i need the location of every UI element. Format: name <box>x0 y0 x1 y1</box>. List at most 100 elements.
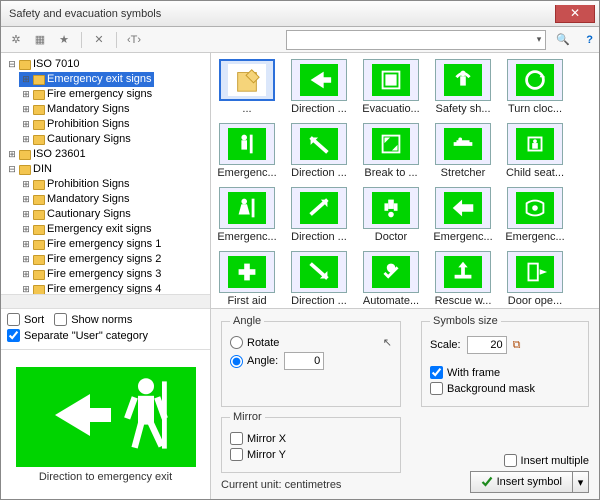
symbol-item[interactable]: ... <box>217 59 277 115</box>
search-dropdown[interactable]: ▾ <box>286 30 546 50</box>
tree-node[interactable]: ⊞Mandatory Signs <box>19 102 132 117</box>
angle-legend: Angle <box>230 315 264 327</box>
symbol-label: Break to ... <box>361 167 421 179</box>
window-title: Safety and evacuation symbols <box>9 8 555 20</box>
symbol-label: Stretcher <box>433 167 493 179</box>
symbol-item[interactable]: Evacuatio... <box>361 59 421 115</box>
symbol-label: Automate... <box>361 295 421 307</box>
symbol-label: Evacuatio... <box>361 103 421 115</box>
insert-symbol-dropdown[interactable]: ▾ <box>573 471 589 493</box>
tree-scrollbar[interactable] <box>1 294 210 308</box>
gear-icon[interactable]: ✲ <box>7 31 25 49</box>
symbol-item[interactable]: Direction ... <box>289 123 349 179</box>
symbol-item[interactable]: Direction ... <box>289 187 349 243</box>
preview-graphic <box>16 367 196 467</box>
size-legend: Symbols size <box>430 315 501 327</box>
search-button[interactable]: 🔍 <box>552 30 574 50</box>
symbol-label: Turn cloc... <box>505 103 565 115</box>
sort-checkbox[interactable]: Sort <box>7 313 44 326</box>
symbol-preview: Direction to emergency exit <box>1 349 210 499</box>
symbol-item[interactable]: Direction ... <box>289 59 349 115</box>
right-panel: ... Direction ... Evacuatio... Safety sh...… <box>211 53 599 499</box>
symbol-item[interactable]: Break to ... <box>361 123 421 179</box>
symbol-label: First aid <box>217 295 277 307</box>
check-icon <box>481 476 493 488</box>
controls-panel: Angle Rotate ↖ Angle: Symbols size Scale:… <box>211 308 599 499</box>
symbol-item[interactable]: Doctor <box>361 187 421 243</box>
category-tree[interactable]: ⊟ISO 7010 ⊞Emergency exit signs ⊞Fire em… <box>1 53 210 294</box>
symbol-item[interactable]: Emergenc... <box>217 123 277 179</box>
symbol-label: Child seat... <box>505 167 565 179</box>
symbol-item[interactable]: Safety sh... <box>433 59 493 115</box>
cursor-icon: ↖ <box>383 336 392 349</box>
tree-node-iso23601[interactable]: ⊞ISO 23601 <box>5 147 88 162</box>
tree-node[interactable]: ⊞Emergency exit signs <box>19 222 154 237</box>
tree-node[interactable]: ⊞Fire emergency signs <box>19 87 154 102</box>
toolbar: ✲ ▦ ★ ✕ ‹T› ▾ 🔍 ? <box>1 27 599 53</box>
symbol-item[interactable]: Emergenc... <box>505 187 565 243</box>
tree-node[interactable]: ⊞Fire emergency signs 1 <box>19 237 163 252</box>
show-norms-checkbox[interactable]: Show norms <box>54 313 132 326</box>
text-width-icon[interactable]: ‹T› <box>125 31 143 49</box>
rotate-radio[interactable]: Rotate <box>230 336 279 349</box>
left-panel: ⊟ISO 7010 ⊞Emergency exit signs ⊞Fire em… <box>1 53 211 499</box>
tree-node[interactable]: ⊞Cautionary Signs <box>19 132 133 147</box>
symbol-item[interactable]: Child seat... <box>505 123 565 179</box>
symbol-item[interactable]: First aid <box>217 251 277 307</box>
mirror-group: Mirror Mirror X Mirror Y <box>221 411 401 473</box>
background-mask-checkbox[interactable]: Background mask <box>430 382 535 395</box>
separate-user-checkbox[interactable]: Separate "User" category <box>7 329 148 342</box>
symbol-item[interactable]: Rescue w... <box>433 251 493 307</box>
symbol-label: Direction ... <box>289 167 349 179</box>
symbol-label: Rescue w... <box>433 295 493 307</box>
symbol-item[interactable]: Emergenc... <box>433 187 493 243</box>
tree-node-emergency-exit[interactable]: ⊞Emergency exit signs <box>19 72 154 87</box>
tree-node[interactable]: ⊞Fire emergency signs 4 <box>19 282 163 294</box>
symbol-label: Safety sh... <box>433 103 493 115</box>
mirror-y-checkbox[interactable]: Mirror Y <box>230 448 286 461</box>
separator <box>116 32 117 48</box>
symbol-grid: ... Direction ... Evacuatio... Safety sh...… <box>211 53 599 308</box>
favorite-icon[interactable]: ★ <box>55 31 73 49</box>
help-icon[interactable]: ? <box>586 34 593 46</box>
symbol-label: Direction ... <box>289 231 349 243</box>
symbol-label: Emergenc... <box>505 231 565 243</box>
tree-node[interactable]: ⊞Mandatory Signs <box>19 192 132 207</box>
angle-input[interactable] <box>284 352 324 370</box>
close-button[interactable]: ✕ <box>555 5 595 23</box>
insert-multiple-checkbox[interactable]: Insert multiple <box>504 454 589 467</box>
symbol-item[interactable]: Direction ... <box>289 251 349 307</box>
symbol-label: Emergenc... <box>217 167 277 179</box>
tree-node[interactable]: ⊞Prohibition Signs <box>19 117 132 132</box>
tree-node[interactable]: ⊞Fire emergency signs 3 <box>19 267 163 282</box>
tree-node-iso7010[interactable]: ISO 7010 <box>33 57 79 72</box>
angle-radio[interactable]: Angle: <box>230 355 278 368</box>
symbol-label: Emergenc... <box>217 231 277 243</box>
folder-icon[interactable]: ▦ <box>31 31 49 49</box>
insert-symbol-button[interactable]: Insert symbol <box>470 471 573 493</box>
tree-node[interactable]: ⊞Prohibition Signs <box>19 177 132 192</box>
symbol-item[interactable]: Automate... <box>361 251 421 307</box>
mirror-legend: Mirror <box>230 411 265 423</box>
titlebar: Safety and evacuation symbols ✕ <box>1 1 599 27</box>
with-frame-checkbox[interactable]: With frame <box>430 366 500 379</box>
preview-caption: Direction to emergency exit <box>39 471 172 483</box>
chevron-down-icon: ▾ <box>537 34 542 45</box>
tree-node[interactable]: ⊞Fire emergency signs 2 <box>19 252 163 267</box>
symbol-label: ... <box>217 103 277 115</box>
symbol-label: Emergenc... <box>433 231 493 243</box>
symbol-label: Direction ... <box>289 295 349 307</box>
dialog-window: Safety and evacuation symbols ✕ ✲ ▦ ★ ✕ … <box>0 0 600 500</box>
symbol-item[interactable]: Door ope... <box>505 251 565 307</box>
symbol-item[interactable]: Turn cloc... <box>505 59 565 115</box>
symbol-label: Door ope... <box>505 295 565 307</box>
tree-node-din[interactable]: ⊟DIN <box>5 162 54 177</box>
delete-icon[interactable]: ✕ <box>90 31 108 49</box>
scale-label: Scale: <box>430 339 461 351</box>
tree-node[interactable]: ⊞Cautionary Signs <box>19 207 133 222</box>
scale-input[interactable] <box>467 336 507 354</box>
symbol-item[interactable]: Emergenc... <box>217 187 277 243</box>
mirror-x-checkbox[interactable]: Mirror X <box>230 432 286 445</box>
measure-icon[interactable]: ⧉ <box>513 339 521 352</box>
symbol-item[interactable]: Stretcher <box>433 123 493 179</box>
